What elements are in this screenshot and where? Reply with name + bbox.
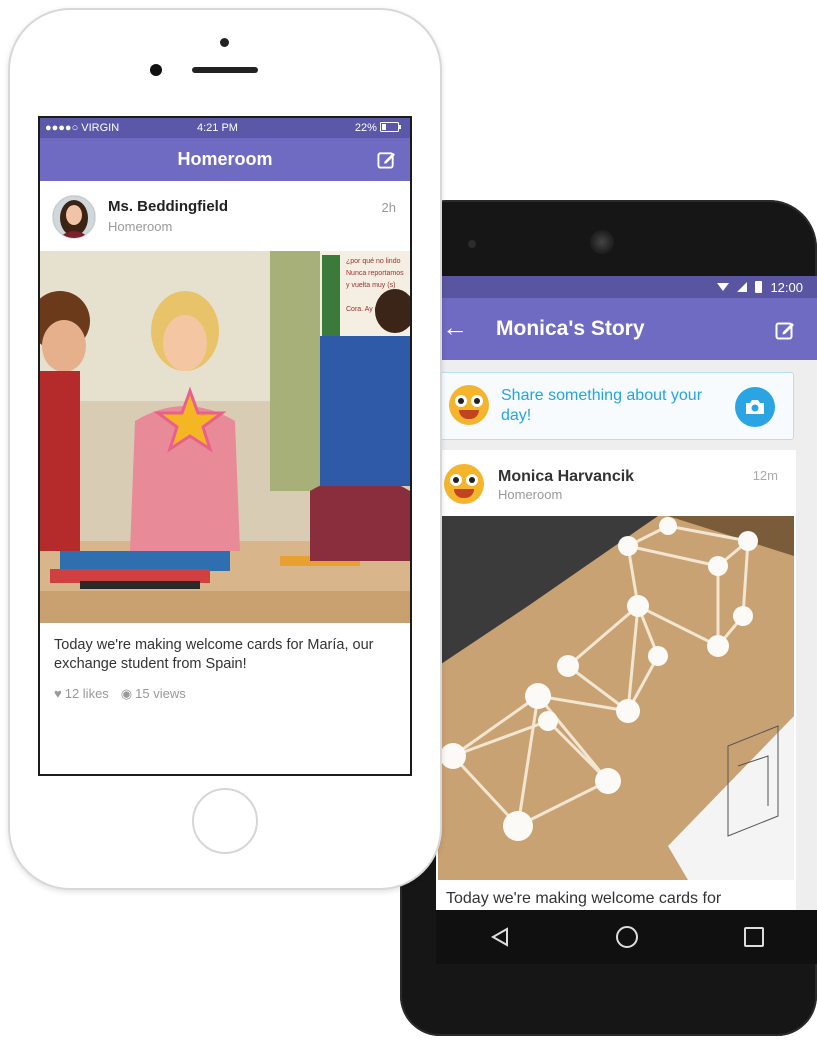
post-class: Homeroom — [498, 487, 563, 502]
battery-icon — [380, 122, 401, 132]
heart-icon: ♥ — [54, 686, 62, 701]
post-time: 12m — [752, 468, 778, 483]
svg-text:¿por qué no lindo: ¿por qué no lindo — [346, 258, 401, 265]
iphone-front-camera — [150, 64, 162, 76]
classroom-photo: ¿por qué no lindo Nunca reportamos y vuel… — [40, 251, 410, 623]
story-title: Monica's Story — [496, 317, 645, 340]
nav-recents-icon[interactable] — [739, 922, 769, 952]
camera-icon — [746, 400, 764, 414]
post-time: 2h — [381, 200, 396, 215]
post-stats: ♥ 12 likes ◉ 15 views — [54, 686, 186, 702]
nav-back-icon[interactable] — [485, 922, 515, 952]
iphone-nav-bar: Homeroom — [40, 138, 410, 181]
post-author: Ms. Beddingfield — [108, 198, 228, 215]
iphone: ●●●●○ VIRGIN 4:21 PM 22% Homeroom Ms. Be… — [8, 8, 442, 890]
android-earpiece — [590, 230, 614, 254]
story-post-card: Monica Harvancik Homeroom 12m Today we'r… — [436, 450, 796, 910]
android-clock: 12:00 — [770, 279, 803, 295]
teacher-avatar — [52, 195, 96, 239]
iphone-speaker — [192, 67, 258, 73]
nav-title: Homeroom — [177, 149, 273, 169]
post-caption: Today we're making welcome cards for Mar… — [54, 637, 374, 672]
android-screen: 12:00 ← Monica's Story Share something a… — [436, 276, 817, 910]
views-stat: ◉ 15 views — [121, 686, 186, 702]
monster-avatar — [449, 385, 489, 425]
likes-stat[interactable]: ♥ 12 likes — [54, 686, 109, 702]
edit-icon[interactable] — [775, 320, 795, 345]
author-avatar — [444, 464, 484, 504]
nav-home-icon[interactable] — [612, 922, 642, 952]
post-author: Monica Harvancik — [498, 468, 635, 485]
back-arrow-icon[interactable]: ← — [442, 312, 468, 342]
iphone-screen: ●●●●○ VIRGIN 4:21 PM 22% Homeroom Ms. Be… — [38, 116, 412, 776]
battery-percent: 22% — [354, 122, 377, 134]
iphone-clock: 4:21 PM — [197, 122, 238, 134]
signal-icon — [737, 282, 748, 292]
share-prompt-card[interactable]: Share something about your day! — [440, 372, 794, 440]
iphone-proximity-sensor — [220, 38, 229, 47]
post-class: Homeroom — [108, 219, 173, 234]
svg-text:y vuelta muy (s): y vuelta muy (s) — [346, 282, 395, 289]
edit-icon[interactable] — [377, 150, 396, 174]
svg-text:Nunca reportamos: Nunca reportamos — [346, 270, 404, 277]
views-count: 15 views — [135, 686, 186, 701]
camera-button[interactable] — [735, 387, 775, 427]
android-phone: 12:00 ← Monica's Story Share something a… — [400, 200, 817, 1036]
android-nav-bar — [436, 910, 817, 964]
android-status-bar: 12:00 — [436, 276, 817, 298]
android-app-bar: ← Monica's Story — [436, 298, 817, 360]
share-prompt-text: Share something about your day! — [501, 387, 703, 424]
carrier-label: ●●●●○ VIRGIN — [45, 122, 120, 134]
likes-count: 12 likes — [64, 686, 109, 701]
battery-indicator: 22% — [355, 122, 402, 134]
android-sensor — [468, 240, 476, 248]
battery-icon — [755, 281, 763, 293]
post-caption: Today we're making welcome cards for — [446, 890, 722, 907]
wifi-icon — [717, 283, 730, 291]
toothpick-structure-photo — [438, 516, 794, 880]
iphone-home-button[interactable] — [192, 788, 258, 854]
eye-icon: ◉ — [120, 686, 133, 701]
iphone-status-bar: ●●●●○ VIRGIN 4:21 PM 22% — [40, 118, 410, 138]
post-header: Ms. Beddingfield Homeroom 2h — [40, 181, 410, 251]
